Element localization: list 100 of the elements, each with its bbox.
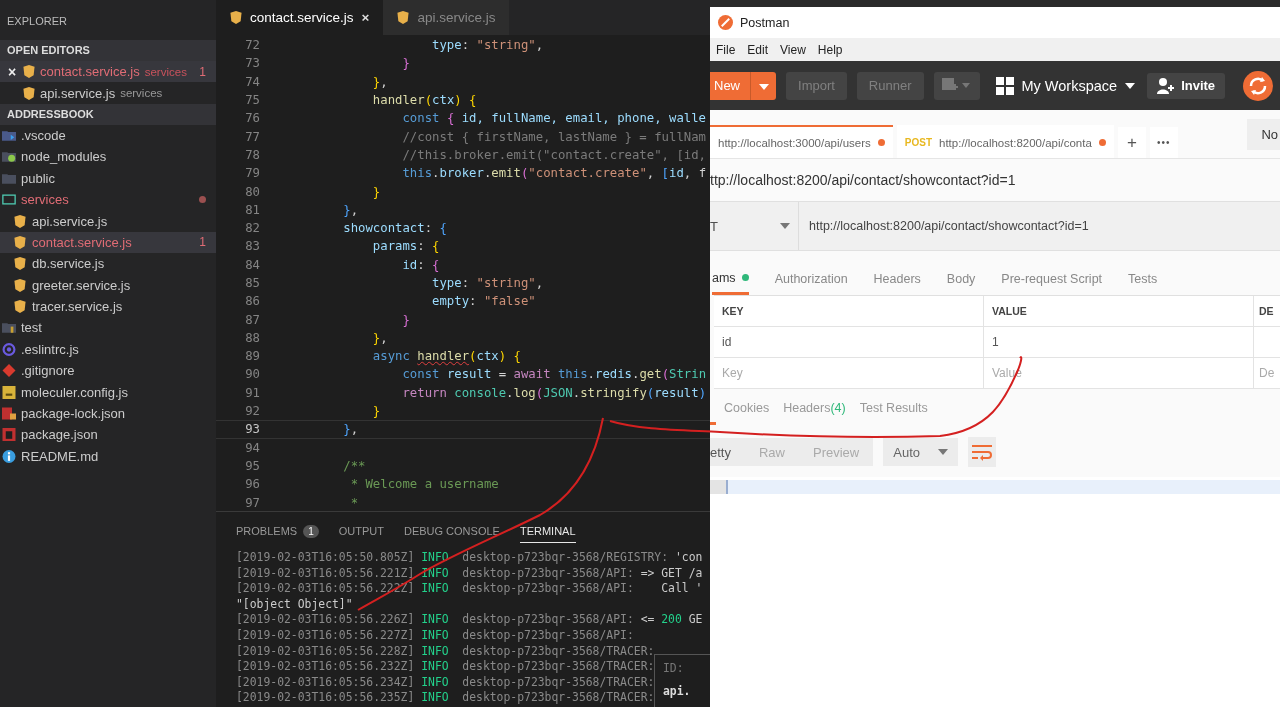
format-dropdown[interactable]: Auto [883,438,958,466]
menu-item[interactable]: Help [817,42,843,57]
panel-tab[interactable]: DEBUG CONSOLE [403,520,500,542]
file-name[interactable]: contact.service.js [32,234,132,250]
code-line: handler(ctx) { [371,93,477,108]
folder-icon [2,321,16,335]
line-number: 84 [244,257,261,272]
request-section-tab[interactable]: Pre-request Script [1001,263,1103,295]
terminal-line: [2019-02-03T16:05:56.228Z] INFO desktop-p723bqr-3568/TRACER: [236,643,655,660]
folder-name[interactable]: README.md [21,448,99,464]
menu-item[interactable]: Edit [747,42,769,57]
line-number: 77 [244,129,261,144]
method-dropdown[interactable]: T [710,202,799,250]
code-line: async handler(ctx) { [371,349,521,364]
line-number: 90 [244,367,261,382]
file-name[interactable]: contact.service.js [40,64,140,80]
code-line: }, [342,422,359,437]
code-line: const result = await this.redis.get(Strin [401,367,707,382]
caret-icon [758,84,769,90]
code-line: this.broker.emit("contact.create", [id, f [401,166,707,181]
url-field[interactable]: http://localhost:8200/api/contact/showcontact?id=1 [799,202,1280,250]
file-name[interactable]: tracer.service.js [32,299,123,315]
invite-button[interactable]: Invite [1147,72,1226,99]
logo-icon [718,15,733,30]
folder-name[interactable]: package-lock.json [21,406,126,422]
close-icon[interactable]: × [361,10,370,25]
line-number: 79 [244,166,261,181]
panel-tab[interactable]: PROBLEMS 1 [236,520,319,542]
workspace-selector[interactable]: My Workspace [1021,77,1118,94]
code-line: } [401,312,410,327]
line-number: 81 [244,202,261,217]
wrap-button[interactable] [968,437,996,467]
add-user-icon [1157,77,1176,94]
key-field[interactable]: id [714,327,984,357]
file-name[interactable]: api.service.js [32,213,108,229]
section-header[interactable]: OPEN EDITORS [0,40,216,61]
folder-name[interactable]: node_modules [21,149,107,165]
column-header: DE [1254,296,1280,326]
section-header[interactable]: ADDRESSBOOK [0,103,216,125]
file-name[interactable]: db.service.js [32,256,105,272]
open-folder-icon[interactable] [2,193,16,207]
environment-dropdown[interactable]: No [1247,118,1280,150]
panel-tab[interactable]: TERMINAL [519,520,576,543]
problem-count: 1 [199,235,206,250]
terminal-line: [2019-02-03T16:05:56.226Z] INFO desktop-p723bqr-3568/API: <= 200 GE [236,612,703,628]
code-line: type: "string", [431,276,544,290]
more-button[interactable]: ••• [1149,127,1178,158]
folder-name[interactable]: package.json [21,427,98,443]
editor-tab[interactable]: contact.service.js × [216,0,384,35]
line-number: 91 [244,385,261,400]
add-tab-button[interactable]: + [1117,127,1146,158]
folder-name[interactable]: test [21,320,42,336]
terminal-line: [2019-02-03T16:05:56.221Z] INFO desktop-p723bqr-3568/API: => GET /a [236,565,703,582]
menu-item[interactable]: View [780,42,806,57]
folder-name[interactable]: .eslintrc.js [21,341,79,357]
file-name[interactable]: greeter.service.js [32,277,131,293]
code-line: } [371,404,381,419]
info-icon [2,449,16,463]
menu-item[interactable]: File [716,42,736,57]
shield-icon [397,11,410,24]
folder-name[interactable]: moleculer.config.js [21,384,128,400]
terminal-line: [2019-02-03T16:05:50.805Z] INFO desktop-p723bqr-3568/REGISTRY: 'con [236,550,703,566]
line-number: 83 [244,239,261,254]
folder-hint: services [144,65,187,78]
folder-name[interactable]: .gitignore [21,363,75,379]
close-icon[interactable]: × [8,63,18,80]
file-name[interactable]: api.service.js [40,85,116,101]
request-section-tab[interactable]: Authorization [774,263,848,295]
request-tab[interactable]: http://localhost:3000/api/users [710,125,893,158]
request-section-tab[interactable]: Headers [873,263,921,295]
dropdown-button[interactable] [750,71,776,100]
column-header: VALUE [984,296,1254,326]
value-field[interactable]: 1 [984,327,1254,357]
folder-icon [2,171,16,185]
folder-name[interactable]: public [21,170,55,186]
code-line: * [349,495,359,510]
caret-icon[interactable] [1125,82,1136,89]
code-line: /** [342,458,366,473]
shield-icon [230,11,242,24]
code-line: }, [371,74,388,89]
sync-icon[interactable] [1243,70,1274,101]
request-section-tab[interactable]: Body [946,263,976,295]
code-line: * Welcome a username [349,477,499,492]
editor-tab[interactable]: api.service.js [383,0,510,35]
line-number: 95 [244,458,261,473]
line-number: 92 [244,404,261,419]
new-window-button[interactable] [933,71,980,100]
folder-name[interactable]: .vscode [21,127,66,143]
line-number: 93 [244,422,261,437]
line-number: 96 [244,477,261,492]
request-tab[interactable]: POST http://localhost:8200/api/conta [896,125,1114,158]
problem-count: 1 [199,64,206,79]
line-number: 94 [244,440,261,455]
panel-tab[interactable]: OUTPUT [338,520,384,542]
code-line: //const { firstName, lastName } = fullNam [401,129,706,144]
view-mode-button[interactable]: etty [710,438,745,466]
circle-icon [2,342,16,356]
terminal-line: [2019-02-03T16:05:56.234Z] INFO desktop-p723bqr-3568/TRACER: [236,674,655,691]
folder-name[interactable]: services [21,192,69,208]
table-cell: ID: [663,661,684,675]
